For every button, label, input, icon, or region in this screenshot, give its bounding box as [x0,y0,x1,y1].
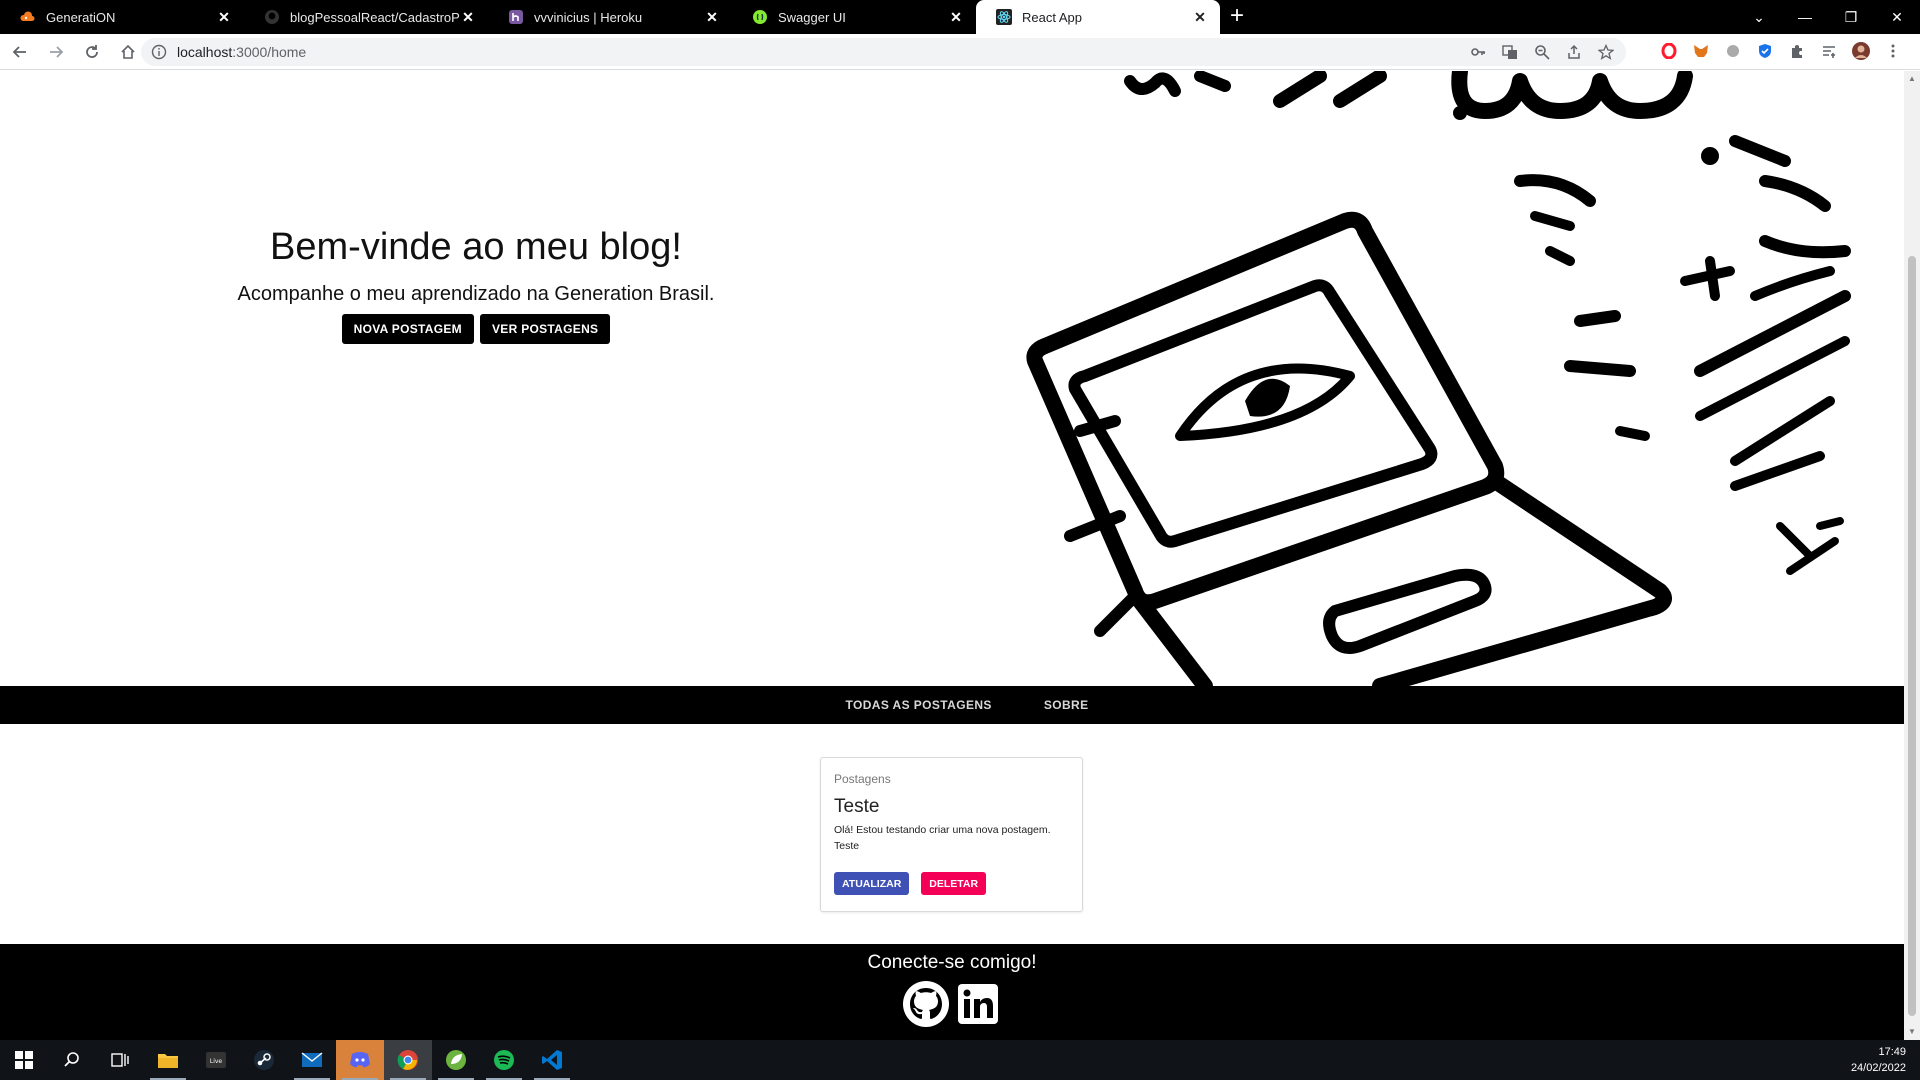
steam-icon[interactable] [240,1040,288,1080]
tab-title: GeneratiON [46,9,116,25]
hero-section: Bem-vinde ao meu blog! Acompanhe o meu a… [0,71,1904,686]
search-icon[interactable] [48,1040,96,1080]
vscode-icon[interactable] [528,1040,576,1080]
live-app-icon[interactable]: Live [192,1040,240,1080]
footer: Conecte-se comigo! [0,944,1904,1040]
post-title: Teste [834,796,880,817]
restore-icon[interactable]: ❐ [1828,0,1874,34]
hero-title: Bem-vinde ao meu blog! [270,226,682,268]
home-icon[interactable] [112,36,144,68]
svg-text:Live: Live [210,1058,223,1065]
laptop-eye-illustration [1026,71,1851,686]
shield-extension-icon[interactable] [1756,42,1774,60]
close-icon[interactable]: ✕ [216,9,232,25]
nav-all-posts[interactable]: TODAS AS POSTAGENS [845,698,991,712]
address-bar[interactable]: localhost:3000/home [141,38,1626,66]
close-icon[interactable]: ✕ [948,9,964,25]
tab-swagger[interactable]: Swagger UI ✕ [732,0,976,34]
metamask-extension-icon[interactable] [1692,42,1710,60]
github-icon[interactable] [902,980,950,1028]
footer-title: Conecte-se comigo! [867,952,1037,973]
minimize-icon[interactable]: — [1782,0,1828,34]
github-icon [264,9,280,25]
new-post-button[interactable]: NOVA POSTAGEM [341,314,474,344]
tab-generation[interactable]: GeneratiON ✕ [0,0,244,34]
tab-react-app[interactable]: React App ✕ [976,0,1220,34]
hero-subtitle: Acompanhe o meu aprendizado na Generatio… [237,283,715,305]
page-content: Bem-vinde ao meu blog! Acompanhe o meu a… [0,71,1904,1040]
opera-extension-icon[interactable] [1660,42,1678,60]
update-button[interactable]: ATUALIZAR [834,872,910,895]
file-explorer-icon[interactable] [144,1040,192,1080]
key-icon[interactable] [1468,42,1488,62]
reload-icon[interactable] [76,36,108,68]
post-actions: ATUALIZAR DELETAR [834,872,1069,895]
tab-title: blogPessoalReact/CadastroPost.t [290,9,460,25]
taskbar-clock[interactable]: 17:49 24/02/2022 [1851,1044,1906,1076]
delete-button[interactable]: DELETAR [921,872,987,895]
clock-time: 17:49 [1878,1046,1906,1058]
hero-text: Bem-vinde ao meu blog! Acompanhe o meu a… [176,226,776,344]
react-icon [996,9,1012,25]
extension-icons [1660,42,1902,60]
new-tab-button[interactable]: + [1220,0,1254,34]
close-icon[interactable]: ✕ [704,9,720,25]
task-view-icon[interactable] [96,1040,144,1080]
cloud-icon [20,9,36,25]
close-icon[interactable]: ✕ [460,9,476,25]
post-text: Olá! Estou testando criar uma nova posta… [834,824,1051,836]
close-icon[interactable]: ✕ [1192,9,1208,25]
post-card-label: Postagens [834,772,891,786]
discord-icon[interactable] [336,1040,384,1080]
scroll-up-arrow-icon[interactable]: ▲ [1908,75,1916,83]
omnibox-actions [1468,42,1616,62]
scroll-thumb[interactable] [1908,256,1916,1016]
swagger-icon [752,9,768,25]
url-host: localhost [177,44,233,60]
tab-title: Swagger UI [778,9,846,25]
tab-title: React App [1022,9,1082,25]
mail-icon[interactable] [288,1040,336,1080]
tab-title: vvvinicius | Heroku [534,9,643,25]
browser-toolbar: localhost:3000/home [0,34,1920,70]
heroku-icon [508,9,524,25]
window-controls: ⌄ — ❐ ✕ [1736,0,1920,34]
avatar[interactable] [1852,42,1870,60]
spring-tools-icon[interactable] [432,1040,480,1080]
scroll-down-arrow-icon[interactable]: ▼ [1908,1028,1916,1036]
forward-icon[interactable] [40,36,72,68]
reading-list-icon[interactable] [1820,42,1838,60]
post-card: Postagens Teste Olá! Estou testando cria… [820,757,1083,912]
close-window-icon[interactable]: ✕ [1874,0,1920,34]
share-icon[interactable] [1564,42,1584,62]
browser-tab-strip: GeneratiON ✕ blogPessoalReact/CadastroPo… [0,0,1920,34]
back-icon[interactable] [4,36,36,68]
tab-github[interactable]: blogPessoalReact/CadastroPost.t ✕ [244,0,488,34]
linkedin-icon[interactable] [954,980,1002,1028]
info-icon[interactable] [151,44,167,60]
zoom-icon[interactable] [1532,42,1552,62]
spotify-icon[interactable] [480,1040,528,1080]
hero-buttons: NOVA POSTAGEM VER POSTAGENS [176,314,776,344]
windows-start-icon[interactable] [0,1040,48,1080]
menu-kebab-icon[interactable] [1884,42,1902,60]
bookmark-star-icon[interactable] [1596,42,1616,62]
grey-extension-icon[interactable] [1724,42,1742,60]
tab-heroku[interactable]: vvvinicius | Heroku ✕ [488,0,732,34]
post-theme: Teste [834,840,860,852]
url-text: localhost:3000/home [177,44,306,60]
clock-date: 24/02/2022 [1850,1062,1906,1074]
translate-icon[interactable] [1500,42,1520,62]
chrome-icon[interactable] [384,1040,432,1080]
tab-search-icon[interactable]: ⌄ [1736,0,1782,34]
windows-taskbar: Live 17:49 24/02/2022 [0,1040,1920,1080]
social-links [0,980,1904,1028]
main-navbar: TODAS AS POSTAGENS SOBRE [0,686,1904,724]
puzzle-extensions-icon[interactable] [1788,42,1806,60]
see-posts-button[interactable]: VER POSTAGENS [479,314,611,344]
url-path: :3000/home [232,44,307,60]
page-scrollbar[interactable]: ▲ ▼ [1904,71,1920,1040]
nav-about[interactable]: SOBRE [1044,698,1089,712]
